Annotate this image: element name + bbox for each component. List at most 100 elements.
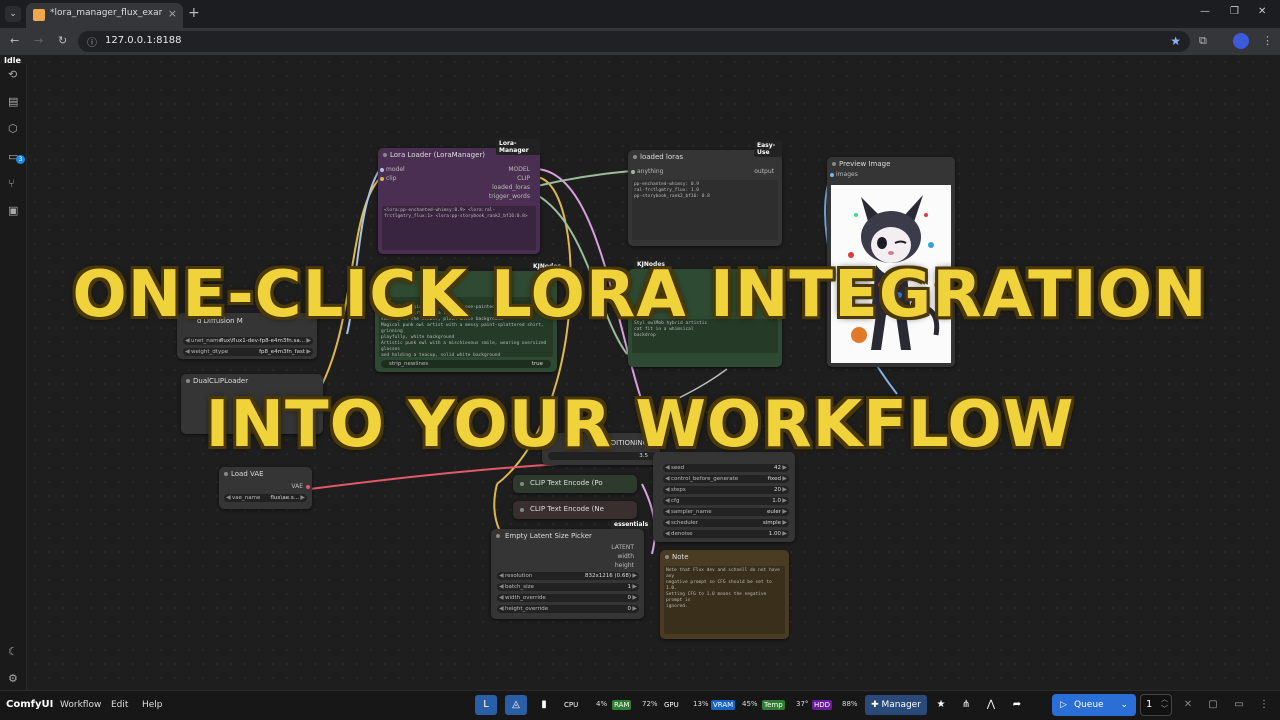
decrement-arrow-icon[interactable]: ◀ — [665, 486, 670, 493]
resolution-widget[interactable]: ◀ resolution 832x1216 (0.68) ▶ — [497, 572, 639, 580]
strip-newlines-widget[interactable]: strip_newlines true — [381, 360, 551, 368]
restore-icon[interactable]: ❐ — [1230, 6, 1239, 17]
width-override-widget[interactable]: ◀ width_override 0 ▶ — [497, 594, 639, 602]
branch-icon[interactable]: ⋀ — [980, 695, 1002, 715]
empty-latent-size-picker-node[interactable]: essentials Empty Latent Size Picker LATE… — [491, 520, 652, 619]
node-collapse-dot[interactable] — [633, 155, 637, 159]
vae-name-widget[interactable]: ◀ vae_name flux\ae.s... ▶ — [224, 494, 307, 502]
tab-close-icon[interactable]: × — [168, 7, 177, 20]
graph-canvas[interactable]: Lora-Manager Lora Loader (LoraManager) m… — [27, 64, 1280, 690]
logo-l-icon[interactable]: L — [475, 695, 497, 715]
back-arrow-icon[interactable]: ← — [10, 34, 19, 47]
history-icon[interactable]: ⟲ — [8, 68, 17, 81]
decrement-arrow-icon[interactable]: ◀ — [665, 530, 670, 537]
decrement-arrow-icon[interactable]: ◀ — [499, 605, 504, 612]
sampler-name-widget[interactable]: ◀ sampler_name euler ▶ — [663, 508, 789, 516]
decrement-arrow-icon[interactable]: ◀ — [226, 494, 231, 501]
increment-arrow-icon[interactable]: ▶ — [632, 583, 637, 590]
node-collapse-dot[interactable] — [496, 534, 500, 538]
extensions-icon[interactable]: ⧉ — [1199, 34, 1207, 48]
clip-input-dot[interactable] — [380, 177, 384, 181]
note-node[interactable]: Note Note that Flux dev and schnell do n… — [660, 550, 789, 639]
model-input-dot[interactable] — [380, 168, 384, 172]
favorites-star-icon[interactable]: ★ — [930, 695, 952, 715]
images-input-dot[interactable] — [830, 173, 834, 177]
panel-toggle-icon[interactable]: ▢ — [1202, 695, 1224, 715]
lora-text-area[interactable]: <lora:pp-enchanted-whimsy:0.9> <lora:ral… — [382, 206, 536, 250]
node-collapse-dot[interactable] — [186, 379, 190, 383]
decrement-arrow-icon[interactable]: ◀ — [665, 508, 670, 515]
control-widget[interactable]: ◀ control_before_generate fixed ▶ — [663, 475, 789, 483]
browser-menu-icon[interactable]: ⋮ — [1262, 34, 1273, 47]
increment-arrow-icon[interactable]: ▶ — [782, 497, 787, 504]
load-vae-node[interactable]: Load VAE VAE ◀ vae_name flux\ae.s... ▶ — [219, 467, 312, 509]
increment-arrow-icon[interactable]: ▶ — [782, 464, 787, 471]
denoise-widget[interactable]: ◀ denoise 1.00 ▶ — [663, 530, 789, 538]
decrement-arrow-icon[interactable]: ◀ — [499, 583, 504, 590]
queue-count-input[interactable]: 1 ︿ ﹀ — [1140, 694, 1172, 716]
height-override-widget[interactable]: ◀ height_override 0 ▶ — [497, 605, 639, 613]
decrement-arrow-icon[interactable]: ◀ — [665, 519, 670, 526]
unet-name-widget[interactable]: ◀ unet_name flux\flux1-dev-fp8-e4m3fn.sa… — [183, 337, 313, 345]
manager-button[interactable]: ✚ Manager — [865, 695, 927, 715]
clip-text-encode-positive-node[interactable]: CLIP Text Encode (Po — [513, 475, 637, 493]
loaded-loras-node[interactable]: Easy-Use loaded loras anything output pp… — [628, 141, 782, 246]
decrement-arrow-icon[interactable]: ◀ — [185, 337, 190, 344]
increment-arrow-icon[interactable]: ▶ — [632, 594, 637, 601]
increment-arrow-icon[interactable]: ▶ — [782, 486, 787, 493]
bookmark-icon[interactable]: ▮ — [533, 695, 555, 715]
increment-arrow-icon[interactable]: ▶ — [632, 572, 637, 579]
queue-button[interactable]: ▷ Queue ⌄ — [1052, 694, 1136, 716]
address-bar[interactable]: ⓘ 127.0.0.1:8188 ★ — [78, 31, 1190, 52]
increment-arrow-icon[interactable]: ▶ — [306, 337, 311, 344]
site-info-icon[interactable]: ⓘ — [87, 34, 97, 49]
node-library-icon[interactable]: ▤ — [8, 95, 18, 108]
vae-output-dot[interactable] — [306, 485, 310, 489]
profile-avatar[interactable] — [1233, 33, 1249, 49]
bookmark-star-icon[interactable]: ★ — [1170, 34, 1181, 48]
decrement-arrow-icon[interactable]: ◀ — [185, 348, 190, 355]
menu-workflow[interactable]: Workflow — [60, 700, 101, 710]
settings-gear-icon[interactable]: ⚙ — [8, 672, 18, 685]
node-tree-icon[interactable]: ⋔ — [955, 695, 977, 715]
weight-dtype-widget[interactable]: ◀ weight_dtype fp8_e4m3fn_fast ▶ — [183, 348, 313, 356]
node-collapse-dot[interactable] — [224, 472, 228, 476]
scheduler-widget[interactable]: ◀ scheduler simple ▶ — [663, 519, 789, 527]
increment-arrow-icon[interactable]: ▶ — [782, 519, 787, 526]
batch-size-widget[interactable]: ◀ batch_size 1 ▶ — [497, 583, 639, 591]
stepper-arrows-icon[interactable]: ︿ ﹀ — [1161, 694, 1168, 714]
tab-search-chevron-icon[interactable]: ⌄ — [5, 6, 21, 22]
decrement-arrow-icon[interactable]: ◀ — [665, 497, 670, 504]
workflows-icon[interactable]: ⑂ — [8, 177, 15, 190]
node-collapse-dot[interactable] — [520, 508, 524, 512]
increment-arrow-icon[interactable]: ▶ — [782, 508, 787, 515]
cfg-widget[interactable]: ◀ cfg 1.0 ▶ — [663, 497, 789, 505]
theme-toggle-icon[interactable]: ☾ — [8, 645, 18, 658]
node-collapse-dot[interactable] — [383, 153, 387, 157]
share-arrow-icon[interactable]: ➦ — [1006, 695, 1028, 715]
decrement-arrow-icon[interactable]: ◀ — [665, 475, 670, 482]
increment-arrow-icon[interactable]: ▶ — [306, 348, 311, 355]
mesh-icon[interactable]: ◬ — [505, 695, 527, 715]
minimize-icon[interactable]: — — [1200, 6, 1210, 17]
node-collapse-dot[interactable] — [665, 555, 669, 559]
more-options-icon[interactable]: ⋮ — [1253, 695, 1275, 715]
forward-arrow-icon[interactable]: → — [34, 34, 43, 47]
lora-loader-node[interactable]: Lora-Manager Lora Loader (LoraManager) m… — [378, 139, 540, 254]
clear-queue-icon[interactable]: ✕ — [1177, 695, 1199, 715]
note-text[interactable]: Note that Flux dev and schnell do not ha… — [664, 566, 785, 634]
decrement-arrow-icon[interactable]: ◀ — [665, 464, 670, 471]
increment-arrow-icon[interactable]: ▶ — [782, 475, 787, 482]
seed-widget[interactable]: ◀ seed 42 ▶ — [663, 464, 789, 472]
node-collapse-dot[interactable] — [832, 162, 836, 166]
window-close-icon[interactable]: ✕ — [1258, 6, 1266, 17]
menu-edit[interactable]: Edit — [111, 700, 128, 710]
increment-arrow-icon[interactable]: ▶ — [632, 605, 637, 612]
clip-text-encode-negative-node[interactable]: CLIP Text Encode (Ne — [513, 501, 637, 519]
bottom-panel-icon[interactable]: ▭ — [1228, 695, 1250, 715]
menu-help[interactable]: Help — [142, 700, 163, 710]
increment-arrow-icon[interactable]: ▶ — [300, 494, 305, 501]
new-tab-icon[interactable]: + — [188, 5, 200, 21]
gallery-icon[interactable]: ▣ — [8, 204, 18, 217]
node-collapse-dot[interactable] — [520, 482, 524, 486]
